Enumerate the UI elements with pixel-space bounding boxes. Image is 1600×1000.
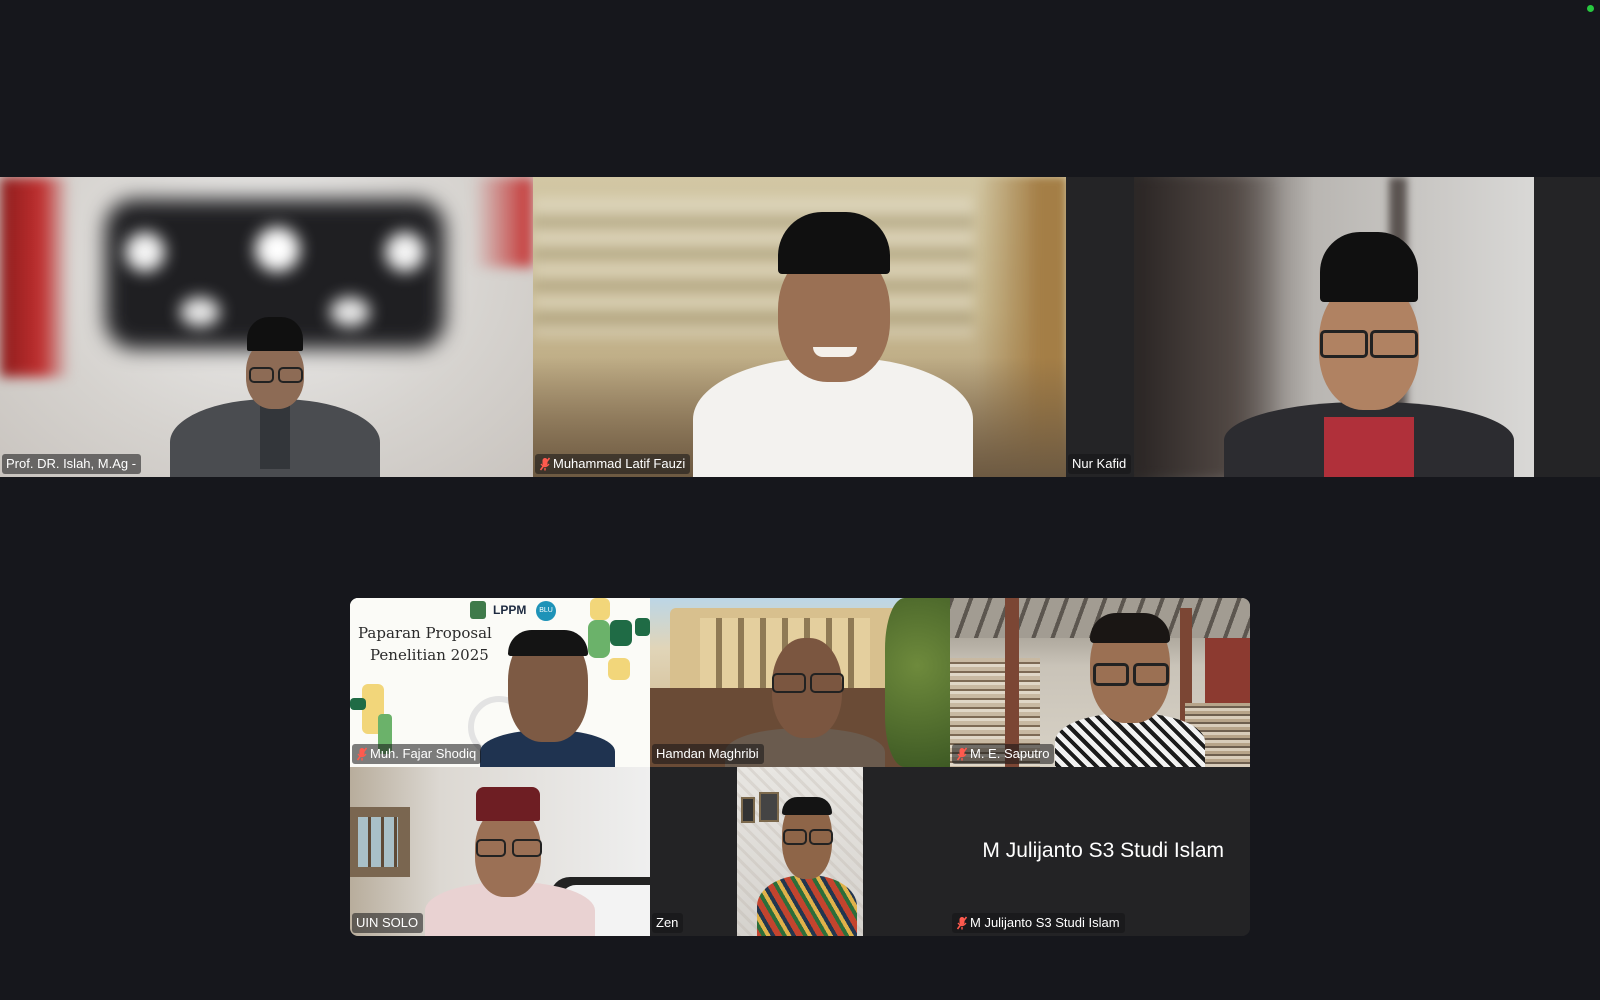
background-flag: [473, 177, 533, 267]
participant-tile-uin-solo[interactable]: UIN SOLO: [350, 767, 650, 936]
participant-person: [420, 787, 600, 936]
blu-badge: BLU: [536, 601, 556, 621]
participant-video: Paparan Proposal Penelitian 2025 LPPM BL…: [350, 598, 650, 767]
participant-name-label: Zen: [656, 915, 679, 930]
meeting-gallery-view: Prof. DR. Islah, M.Ag - Muhammad Latif F…: [0, 0, 1600, 1000]
participant-tile-zen[interactable]: Zen: [650, 767, 950, 936]
mic-muted-icon: [539, 457, 551, 471]
participant-tile-fajar-shodiq[interactable]: Paparan Proposal Penelitian 2025 LPPM BL…: [350, 598, 650, 767]
participant-person: [757, 797, 857, 936]
lppm-logo: LPPM: [493, 603, 527, 617]
participant-name-label: UIN SOLO: [356, 915, 419, 930]
participant-name-tag: Muh. Fajar Shodiq: [352, 744, 482, 764]
participant-name-label: Hamdan Maghribi: [656, 746, 759, 761]
participant-tile-latif-fauzi[interactable]: Muhammad Latif Fauzi: [533, 177, 1066, 477]
bottom-gallery-grid: Paparan Proposal Penelitian 2025 LPPM BL…: [350, 598, 1250, 936]
participant-name-label: M. E. Saputro: [970, 746, 1050, 761]
status-indicator-icon: [1587, 5, 1594, 12]
participant-tile-hamdan-maghribi[interactable]: Hamdan Maghribi: [650, 598, 950, 767]
participant-video: [0, 177, 533, 477]
participant-name-tag: M. E. Saputro: [952, 744, 1055, 764]
participant-person: [1045, 613, 1215, 767]
mic-muted-icon: [956, 747, 968, 761]
participant-name-label: Nur Kafid: [1072, 456, 1127, 471]
mic-muted-icon: [956, 916, 968, 930]
participant-name-tag: Prof. DR. Islah, M.Ag -: [2, 454, 142, 474]
participant-tile-islah[interactable]: Prof. DR. Islah, M.Ag -: [0, 177, 533, 477]
participant-video: [737, 767, 863, 936]
participant-name-label: Muh. Fajar Shodiq: [370, 746, 477, 761]
participant-video: [650, 598, 950, 767]
participant-name-tag: Hamdan Maghribi: [652, 744, 764, 764]
participant-name-tag: UIN SOLO: [352, 913, 424, 933]
participant-tile-nur-kafid[interactable]: Nur Kafid: [1066, 177, 1600, 477]
participant-person: [1214, 232, 1524, 477]
participant-person: [160, 317, 390, 477]
participant-name-tag: Muhammad Latif Fauzi: [535, 454, 691, 474]
mic-muted-icon: [356, 747, 368, 761]
participant-video: [950, 598, 1250, 767]
participant-name-label: Muhammad Latif Fauzi: [553, 456, 686, 471]
participant-display-name: M Julijanto S3 Studi Islam: [982, 839, 1224, 862]
participant-video: [350, 767, 650, 936]
participant-name-tag: M Julijanto S3 Studi Islam: [952, 913, 1125, 933]
participant-name-label: M Julijanto S3 Studi Islam: [970, 915, 1120, 930]
participant-name-tag: Zen: [652, 913, 684, 933]
participant-person: [470, 630, 620, 767]
background-flag: [0, 177, 70, 377]
participant-video: [533, 177, 1066, 477]
participant-video: [1134, 177, 1534, 477]
participant-tile-me-saputro[interactable]: M. E. Saputro: [950, 598, 1250, 767]
participant-tile-julijanto[interactable]: M Julijanto S3 Studi Islam M Julijanto S…: [950, 767, 1250, 936]
participant-name-tag: Nur Kafid: [1068, 454, 1132, 474]
participant-name-label: Prof. DR. Islah, M.Ag -: [6, 456, 137, 471]
participant-person: [673, 207, 993, 477]
institution-logo-icon: [470, 601, 486, 619]
